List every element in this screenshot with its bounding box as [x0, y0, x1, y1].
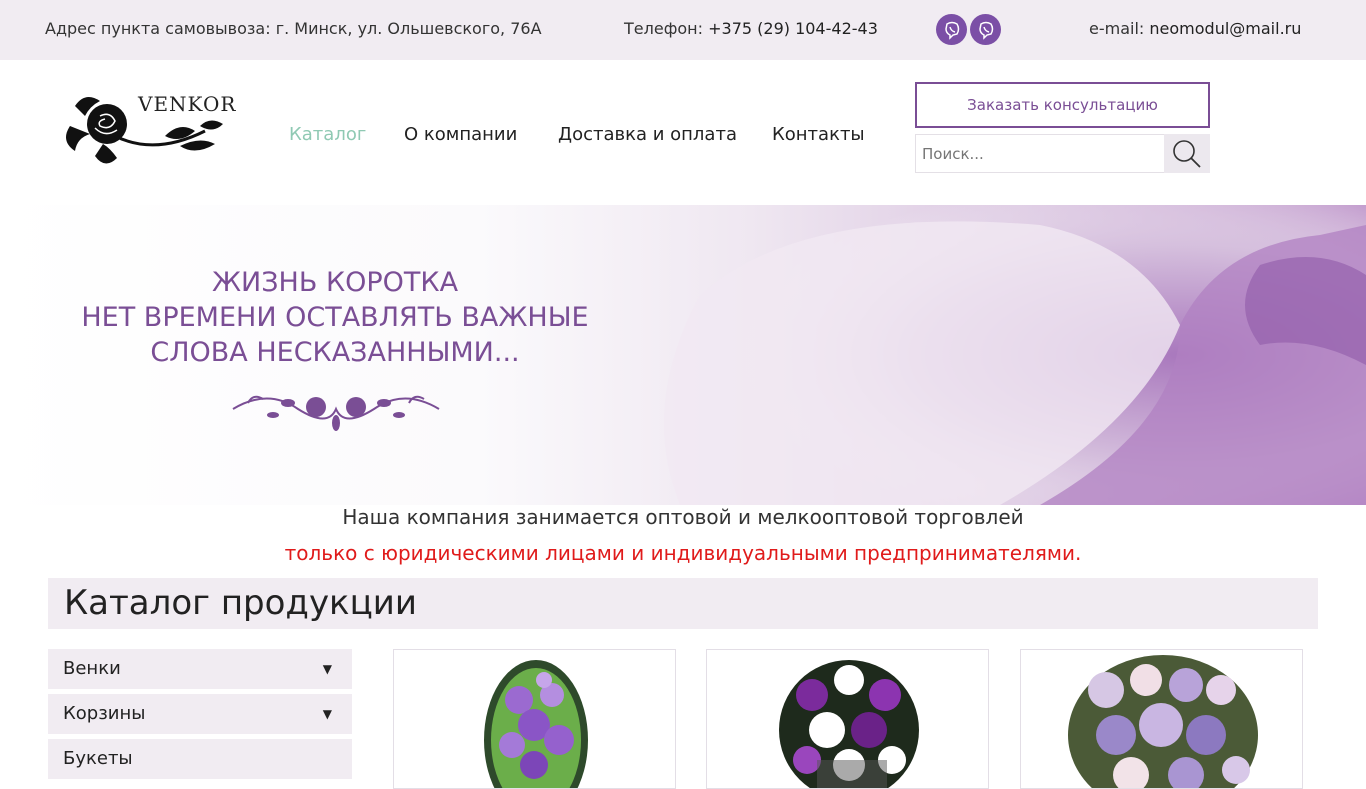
phone-label: Телефон:: [624, 19, 704, 38]
category-label: Корзины: [63, 703, 146, 724]
email-label: e-mail:: [1089, 19, 1145, 38]
category-baskets[interactable]: Корзины ▼: [48, 694, 352, 734]
category-label: Венки: [63, 658, 121, 679]
hero-line-2: НЕТ ВРЕМЕНИ ОСТАВЛЯТЬ ВАЖНЫЕ: [81, 302, 589, 333]
product-card[interactable]: [706, 649, 989, 789]
category-bouquets[interactable]: Букеты: [48, 739, 352, 779]
category-label: Букеты: [63, 748, 133, 769]
hero-line-1: ЖИЗНЬ КОРОТКА: [211, 267, 459, 298]
logo-text: VENKOR: [138, 92, 237, 116]
phone-block: Телефон: +375 (29) 104-42-43: [624, 19, 878, 38]
floral-ornament-icon: [232, 395, 440, 431]
search-button[interactable]: [1164, 134, 1210, 173]
product-card[interactable]: [393, 649, 676, 789]
category-wreaths[interactable]: Венки ▼: [48, 649, 352, 689]
nav-contacts[interactable]: Контакты: [772, 124, 865, 145]
nav-delivery[interactable]: Доставка и оплата: [558, 124, 737, 145]
triangle-down-icon[interactable]: ▼: [323, 694, 332, 734]
order-consultation-button[interactable]: Заказать консультацию: [915, 82, 1210, 128]
hero-line-3: СЛОВА НЕСКАЗАННЫМИ...: [150, 337, 520, 368]
search-icon: [1173, 139, 1201, 168]
basket-image: [779, 660, 919, 788]
hero-banner: ЖИЗНЬ КОРОТКА НЕТ ВРЕМЕНИ ОСТАВЛЯТЬ ВАЖН…: [0, 205, 1366, 505]
nav-catalog[interactable]: Каталог: [289, 124, 366, 145]
top-info-bar: Адрес пункта самовывоза: г. Минск, ул. О…: [0, 0, 1366, 60]
rose-petal-image: [620, 205, 1366, 505]
email-address[interactable]: neomodul@mail.ru: [1149, 19, 1301, 38]
bouquet-image: [1068, 655, 1258, 788]
email-block: e-mail: neomodul@mail.ru: [1089, 19, 1301, 38]
triangle-down-icon[interactable]: ▼: [323, 649, 332, 689]
viber-icon[interactable]: [936, 14, 967, 45]
pickup-address: Адрес пункта самовывоза: г. Минск, ул. О…: [45, 19, 542, 38]
phone-number[interactable]: +375 (29) 104-42-43: [708, 19, 878, 38]
product-card[interactable]: [1020, 649, 1303, 789]
nav-about[interactable]: О компании: [404, 124, 517, 145]
wholesale-notice: Наша компания занимается оптовой и мелко…: [342, 505, 1024, 529]
catalog-title: Каталог продукции: [48, 578, 1318, 629]
legal-entities-notice: только с юридическими лицами и индивидуа…: [284, 541, 1082, 565]
viber-icon[interactable]: [970, 14, 1001, 45]
search-input[interactable]: [915, 134, 1165, 173]
wreath-image: [484, 660, 588, 788]
